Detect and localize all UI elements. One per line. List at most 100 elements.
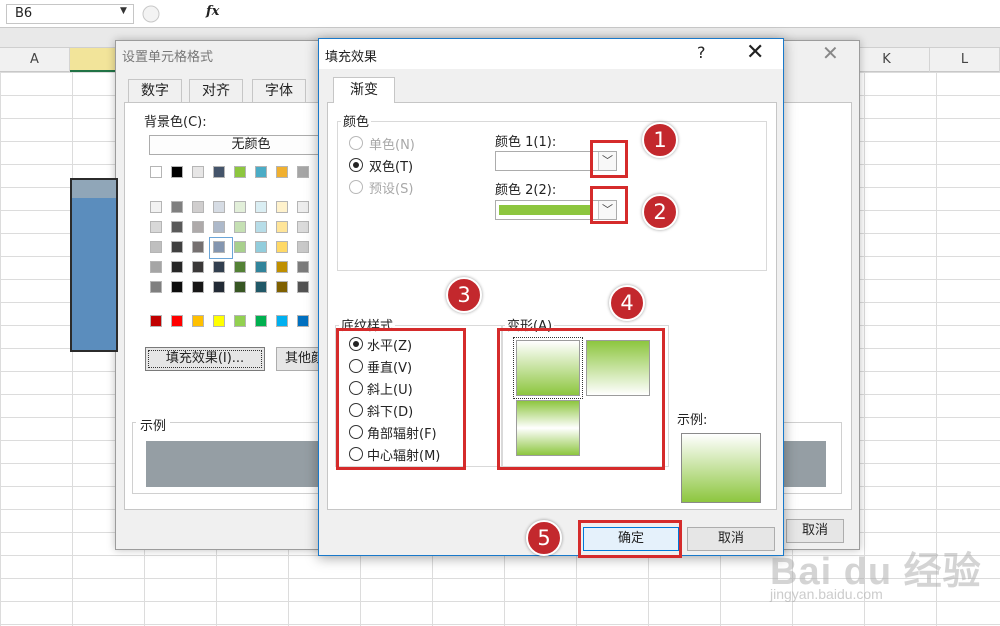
watermark-url: jingyan.baidu.com	[770, 586, 883, 602]
title-bar	[319, 39, 783, 69]
standard-color-swatch[interactable]	[255, 315, 267, 327]
standard-color-swatch[interactable]	[276, 315, 288, 327]
color-swatch[interactable]	[255, 281, 267, 293]
color-swatch[interactable]	[276, 241, 288, 253]
color-swatch[interactable]	[150, 241, 162, 253]
close-icon[interactable]: ✕	[746, 40, 764, 65]
color-swatch[interactable]	[192, 281, 204, 293]
color-swatch[interactable]	[297, 281, 309, 293]
tab-gradient[interactable]: 渐变	[333, 77, 395, 103]
name-box[interactable]: B6	[6, 4, 134, 24]
annotation-badge-2: 2	[642, 194, 678, 230]
chevron-down-icon[interactable]: ▼	[120, 6, 127, 16]
column-header-a[interactable]: A	[0, 48, 70, 72]
annotation-badge-5: 5	[526, 520, 562, 556]
color-swatch[interactable]	[276, 261, 288, 273]
color-swatch[interactable]	[255, 241, 267, 253]
annotation-box-variants	[497, 328, 665, 470]
color-swatch[interactable]	[234, 221, 246, 233]
color-swatch[interactable]	[276, 281, 288, 293]
color-swatch[interactable]	[192, 201, 204, 213]
color1-label: 颜色 1(1):	[495, 135, 557, 150]
annotation-badge-1: 1	[642, 122, 678, 158]
color-swatch[interactable]	[234, 261, 246, 273]
color-swatch[interactable]	[150, 261, 162, 273]
cancel-entry-icon[interactable]	[138, 3, 164, 25]
color-swatch[interactable]	[171, 221, 183, 233]
colors-group-label: 颜色	[341, 111, 372, 130]
column-header-l[interactable]: L	[930, 48, 1000, 72]
selected-cell-header	[72, 180, 116, 198]
color2-label: 颜色 2(2):	[495, 183, 557, 198]
color-swatch[interactable]	[150, 221, 162, 233]
color-swatch[interactable]	[171, 166, 183, 178]
color-swatch[interactable]	[297, 201, 309, 213]
color-swatch[interactable]	[171, 201, 183, 213]
sample-preview	[681, 433, 761, 503]
close-icon[interactable]: ✕	[822, 41, 839, 65]
color-swatch[interactable]	[276, 166, 288, 178]
insert-function-icon[interactable]: fx	[206, 4, 219, 19]
color-swatch[interactable]	[213, 281, 225, 293]
fill-effects-button[interactable]: 填充效果(I)...	[145, 347, 265, 371]
standard-color-swatch[interactable]	[171, 315, 183, 327]
color-swatch[interactable]	[213, 201, 225, 213]
annotation-box-color2	[590, 186, 628, 224]
help-icon[interactable]: ?	[697, 43, 706, 62]
tab-font[interactable]: 字体	[252, 79, 306, 103]
color-swatch[interactable]	[297, 261, 309, 273]
fill-effects-dialog: 填充效果 ? ✕ 渐变 颜色 单色(N) 双色(T) 预设(S) 颜色 1(1)…	[318, 38, 784, 556]
color-swatch[interactable]	[255, 221, 267, 233]
color-swatch[interactable]	[234, 281, 246, 293]
color-swatch[interactable]	[276, 201, 288, 213]
color-swatch[interactable]	[150, 201, 162, 213]
color-swatch[interactable]	[213, 241, 225, 253]
color-swatch[interactable]	[150, 166, 162, 178]
tab-alignment[interactable]: 对齐	[189, 79, 243, 103]
radio-one-color-label: 单色(N)	[369, 138, 415, 153]
color-swatch[interactable]	[297, 166, 309, 178]
color-swatch[interactable]	[297, 221, 309, 233]
color-swatch[interactable]	[192, 261, 204, 273]
color1-swatch	[499, 156, 593, 166]
color-swatch[interactable]	[255, 201, 267, 213]
color-swatch[interactable]	[171, 281, 183, 293]
radio-one-color[interactable]	[349, 136, 363, 150]
sample-label: 示例:	[677, 413, 708, 428]
color-swatch[interactable]	[192, 166, 204, 178]
color-swatch[interactable]	[234, 241, 246, 253]
color-swatch[interactable]	[276, 221, 288, 233]
radio-preset[interactable]	[349, 180, 363, 194]
standard-color-swatch[interactable]	[192, 315, 204, 327]
color-swatch[interactable]	[171, 241, 183, 253]
annotation-box-color1	[590, 140, 628, 178]
radio-two-colors[interactable]	[349, 158, 363, 172]
color-swatch[interactable]	[255, 166, 267, 178]
color-swatch[interactable]	[192, 221, 204, 233]
color-swatch[interactable]	[171, 261, 183, 273]
annotation-box-ok	[578, 520, 682, 558]
color-swatch[interactable]	[297, 241, 309, 253]
annotation-box-shading	[336, 328, 466, 470]
dialog-title: 填充效果	[325, 50, 378, 65]
radio-preset-label: 预设(S)	[369, 182, 414, 197]
annotation-badge-3: 3	[446, 277, 482, 313]
color-swatch[interactable]	[234, 166, 246, 178]
standard-color-swatch[interactable]	[234, 315, 246, 327]
column-header-b[interactable]	[70, 48, 118, 72]
color-swatch[interactable]	[213, 261, 225, 273]
selected-cell-preview	[70, 178, 118, 352]
color-swatch[interactable]	[150, 281, 162, 293]
color-swatch[interactable]	[213, 221, 225, 233]
standard-color-swatch[interactable]	[150, 315, 162, 327]
standard-color-swatch[interactable]	[213, 315, 225, 327]
annotation-badge-4: 4	[609, 285, 645, 321]
standard-color-swatch[interactable]	[297, 315, 309, 327]
tab-number[interactable]: 数字	[128, 79, 182, 103]
sample-label: 示例	[136, 415, 171, 434]
color-swatch[interactable]	[255, 261, 267, 273]
cancel-button[interactable]: 取消	[687, 527, 775, 551]
color-swatch[interactable]	[213, 166, 225, 178]
color-swatch[interactable]	[234, 201, 246, 213]
color-swatch[interactable]	[192, 241, 204, 253]
